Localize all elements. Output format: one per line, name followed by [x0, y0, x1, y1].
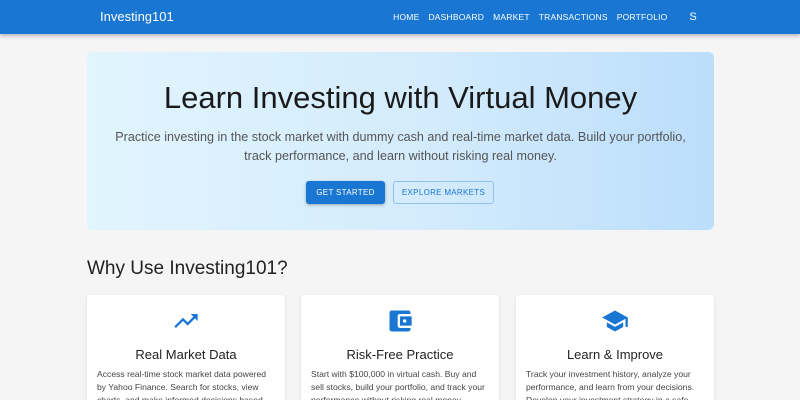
nav-home[interactable]: HOME	[389, 0, 424, 34]
get-started-button[interactable]: GET STARTED	[306, 181, 385, 204]
brand-logo[interactable]: Investing101	[100, 9, 174, 25]
feature-card-text: Access real-time stock market data power…	[97, 369, 267, 400]
feature-card-title: Risk-Free Practice	[346, 347, 454, 362]
nav-dashboard[interactable]: DASHBOARD	[424, 0, 489, 34]
hero-banner: Learn Investing with Virtual Money Pract…	[87, 52, 714, 230]
feature-card-text: Start with $100,000 in virtual cash. Buy…	[311, 369, 485, 400]
nav-portfolio[interactable]: PORTFOLIO	[612, 0, 672, 34]
trending-up-icon	[174, 314, 198, 328]
nav-market[interactable]: MARKET	[489, 0, 535, 34]
section-title: Why Use Investing101?	[87, 258, 288, 279]
hero-title: Learn Investing with Virtual Money	[163, 80, 638, 115]
app-bar: Investing101 HOME DASHBOARD MARKET TRANS…	[0, 0, 800, 34]
wallet-icon	[389, 310, 412, 332]
user-avatar[interactable]: S	[686, 0, 700, 34]
feature-card-learn: Learn & Improve Track your investment hi…	[516, 295, 714, 400]
graduation-cap-icon	[602, 310, 628, 332]
feature-card-risk-free: Risk-Free Practice Start with $100,000 i…	[301, 295, 499, 400]
hero-subtitle: Practice investing in the stock market w…	[115, 130, 686, 163]
feature-card-title: Real Market Data	[135, 347, 237, 362]
feature-card-market-data: Real Market Data Access real-time stock …	[87, 295, 285, 400]
feature-card-title: Learn & Improve	[566, 347, 664, 362]
nav-menu: HOME DASHBOARD MARKET TRANSACTIONS PORTF…	[389, 0, 700, 34]
explore-markets-button[interactable]: EXPLORE MARKETS	[393, 181, 494, 204]
nav-transactions[interactable]: TRANSACTIONS	[534, 0, 612, 34]
feature-card-text: Track your investment history, analyze y…	[526, 369, 695, 400]
